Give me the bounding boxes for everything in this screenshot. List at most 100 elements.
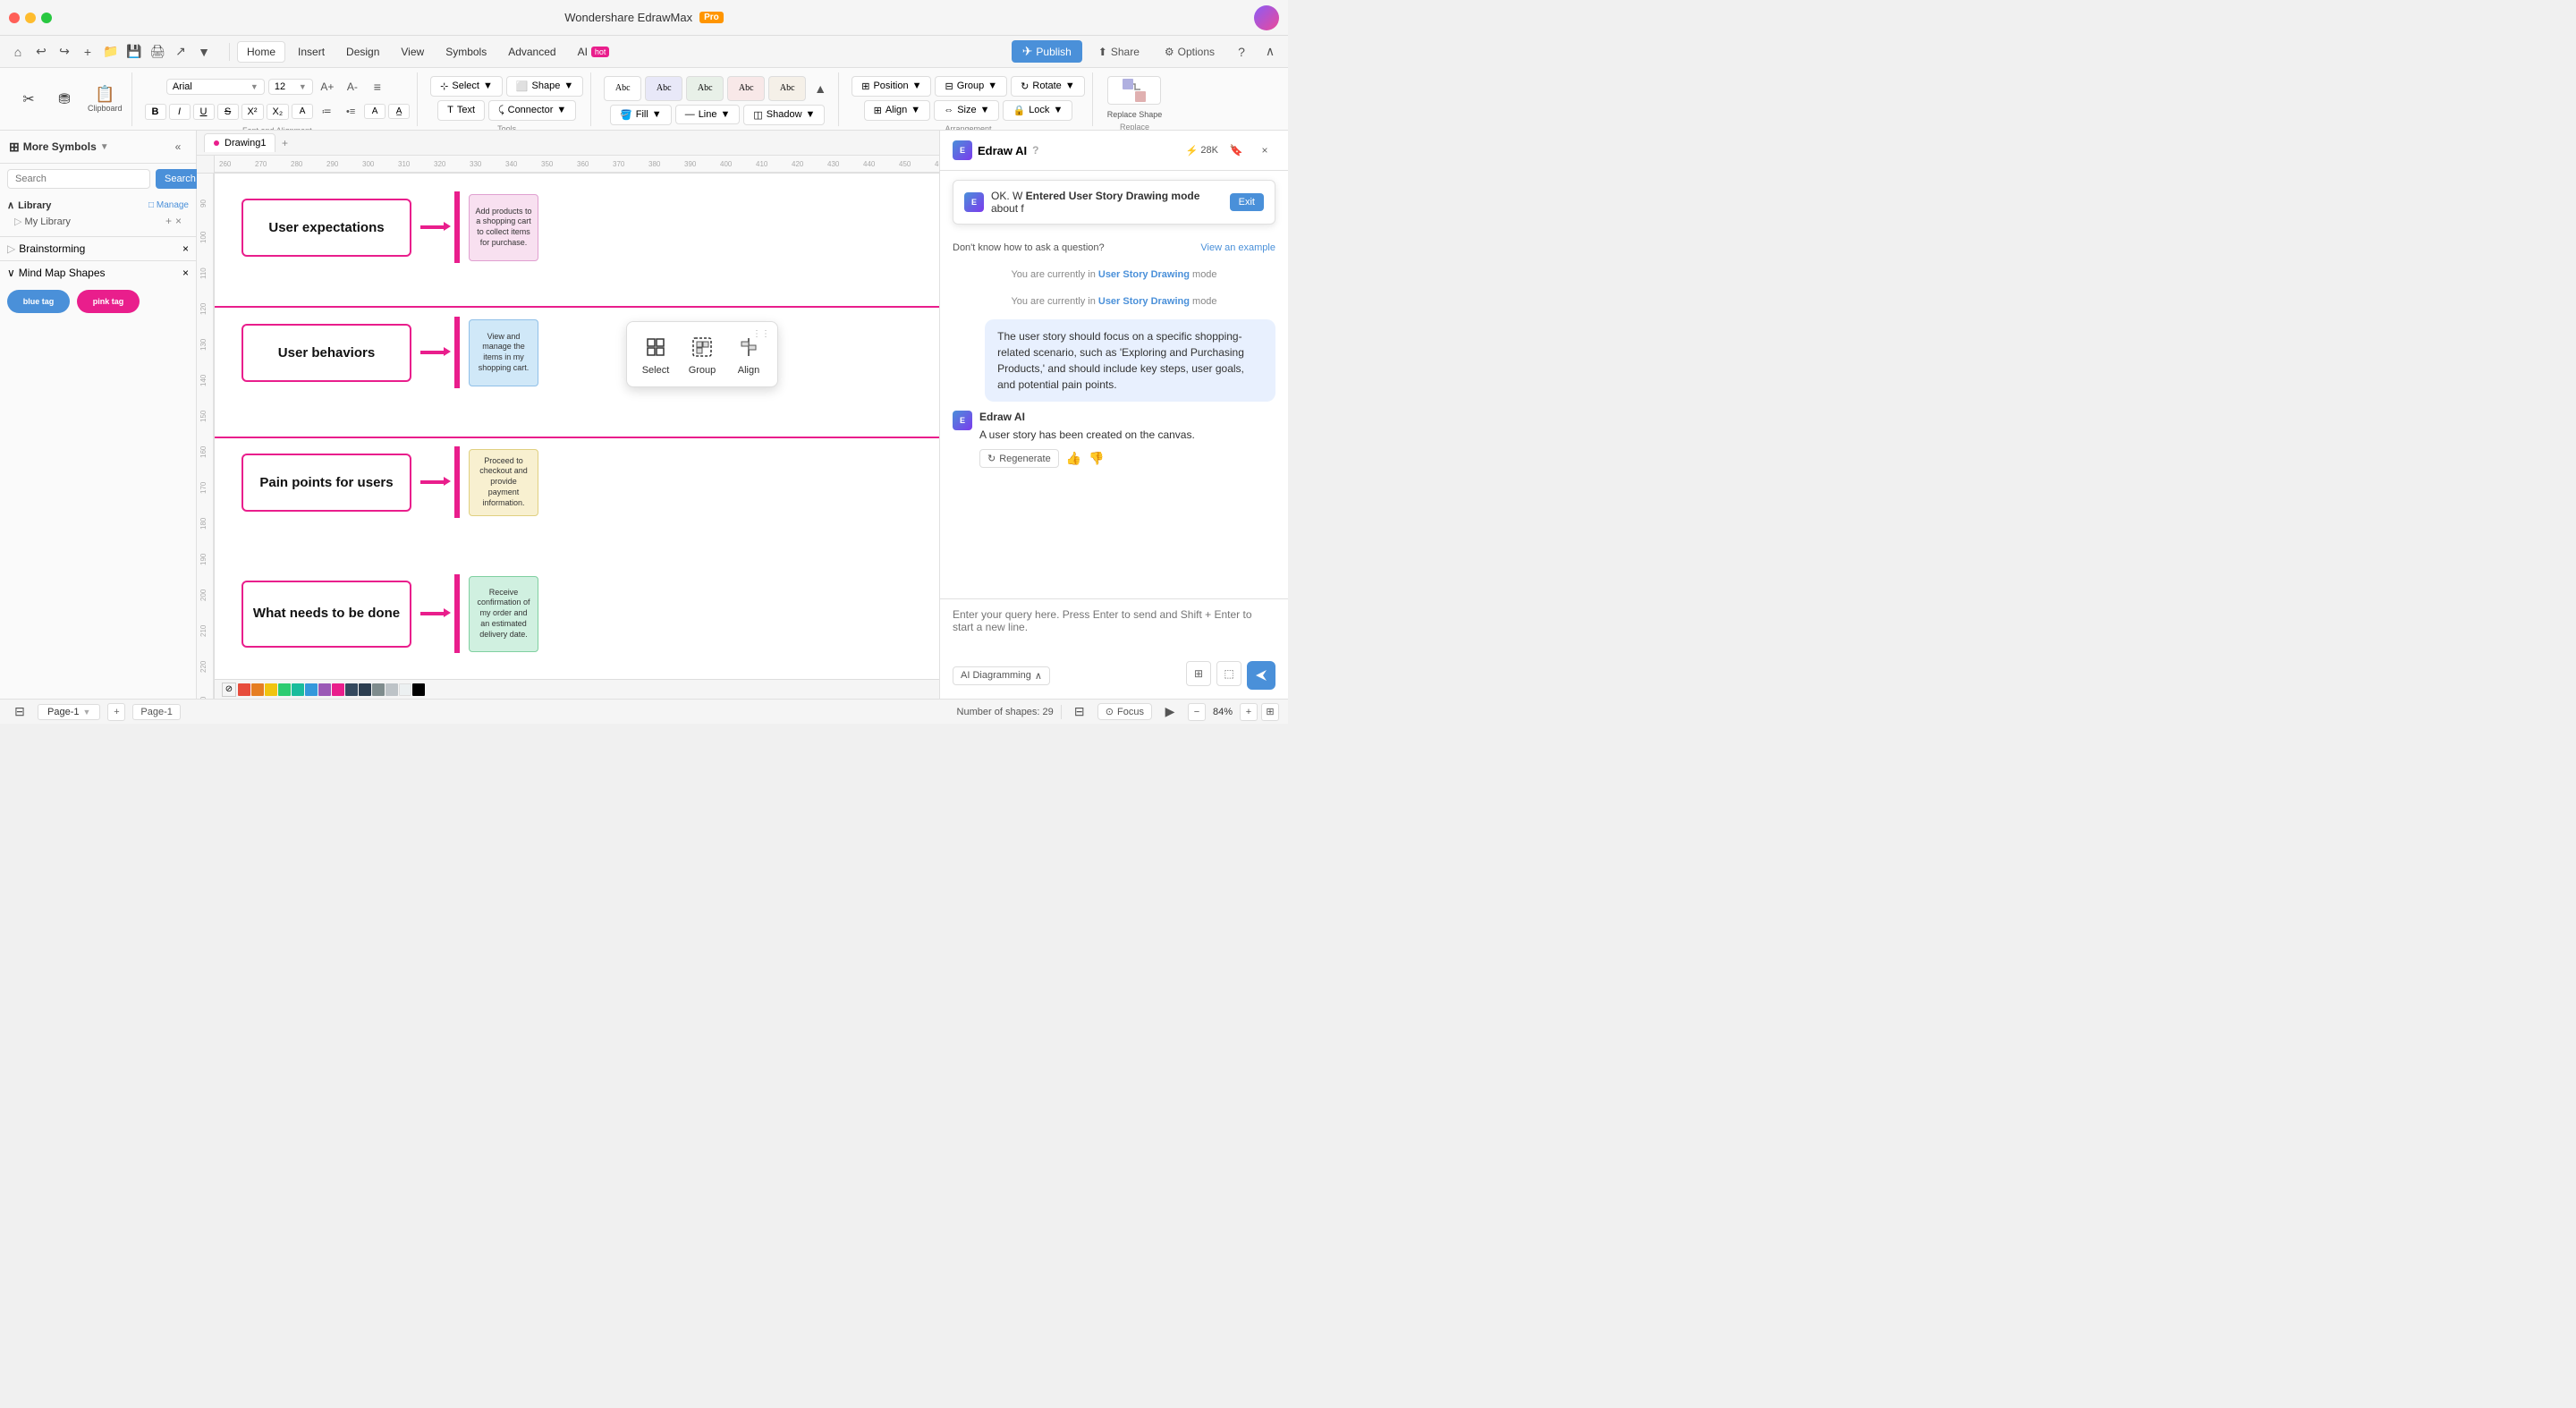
menu-symbols[interactable]: Symbols [436,42,496,62]
cut-button[interactable]: ✂ [13,87,45,112]
focus-button[interactable]: ⊙ Focus [1097,703,1152,720]
card-behaviors-1[interactable]: View and manage the items in my shopping… [469,319,538,386]
color-orange[interactable] [251,683,264,696]
publish-button[interactable]: ✈ Publish [1012,40,1082,63]
open-icon[interactable]: 📁 [100,41,122,63]
font-increase-icon[interactable]: A+ [317,76,338,98]
add-page-button[interactable]: + [107,703,125,721]
eraser-icon[interactable]: ⊘ [222,683,236,697]
line-button[interactable]: — Line ▼ [675,105,741,124]
font-size-select[interactable]: 12 ▼ [268,79,313,95]
search-input[interactable] [7,169,150,189]
popup-group[interactable]: Group [688,333,716,376]
redo-icon[interactable]: ↪ [54,41,75,63]
card-pain-1[interactable]: Proceed to checkout and provide payment … [469,449,538,516]
format-button[interactable]: ⊞ [1186,661,1211,686]
style-item-4[interactable]: Abc [727,76,765,101]
size-button[interactable]: ⇔ Size ▼ [934,100,999,121]
history-icon[interactable]: × [1254,140,1275,161]
new-icon[interactable]: + [77,41,98,63]
export-icon[interactable]: ↗ [170,41,191,63]
more-icon[interactable]: ▼ [193,41,215,63]
ai-mode-selector[interactable]: AI Diagramming ∧ [953,666,1050,685]
card-expectations-1[interactable]: Add products to a shopping cart to colle… [469,194,538,261]
label-user-behaviors[interactable]: User behaviors [242,324,411,382]
help-icon[interactable]: ? [1231,41,1252,63]
pages-icon[interactable]: ⊟ [9,701,30,723]
save-icon[interactable]: 💾 [123,41,145,63]
label-pain-points[interactable]: Pain points for users [242,454,411,512]
minimize-button[interactable] [25,13,36,23]
send-button[interactable] [1247,661,1275,690]
print-icon[interactable]: 🖨 [147,41,168,63]
label-what-needed[interactable]: What needs to be done [242,581,411,648]
color-navy[interactable] [359,683,371,696]
list-icon[interactable]: ≔ [316,101,337,123]
menu-advanced[interactable]: Advanced [499,42,564,62]
menu-design[interactable]: Design [337,42,388,62]
italic-button[interactable]: I [169,104,191,120]
mind-map-close-icon[interactable]: × [182,267,189,279]
regenerate-button[interactable]: ↻ Regenerate [979,449,1059,468]
current-page-tab[interactable]: Page-1 [132,704,180,720]
color-darkblue[interactable] [345,683,358,696]
bullet-icon[interactable]: •≡ [340,101,361,123]
rotate-button[interactable]: ↻ Rotate ▼ [1011,76,1085,97]
font-color-btn[interactable]: A [292,104,313,119]
replace-shape-icon[interactable] [1107,76,1161,105]
maximize-button[interactable] [41,13,52,23]
highlight-btn[interactable]: A [364,104,386,119]
thumbs-up-button[interactable]: 👍 [1066,451,1081,466]
text-tool-button[interactable]: T Text [437,100,485,121]
my-library-add-icon[interactable]: + [165,215,172,227]
options-button[interactable]: ⚙ Options [1156,42,1224,62]
layers-icon[interactable]: ⊟ [1069,701,1090,723]
fill-button[interactable]: 🪣 Fill ▼ [610,105,672,125]
style-item-2[interactable]: Abc [645,76,682,101]
mind-map-header[interactable]: ∨ Mind Map Shapes × [7,267,189,279]
bold-button[interactable]: B [145,104,166,120]
align-button[interactable]: ⊞ Align ▼ [864,100,931,121]
thumbs-down-button[interactable]: 👎 [1089,451,1104,466]
expand-button[interactable]: ⬚ [1216,661,1241,686]
color-yellow[interactable] [265,683,277,696]
font-decrease-icon[interactable]: A- [342,76,363,98]
exit-button[interactable]: Exit [1230,193,1264,211]
play-icon[interactable]: ▶ [1159,701,1181,723]
page-tab[interactable]: Page-1 ▼ [38,704,100,720]
collapse-icon[interactable]: ∧ [1259,41,1281,63]
my-library-close-icon[interactable]: × [175,215,182,227]
label-user-expectations[interactable]: User expectations [242,199,411,257]
superscript-button[interactable]: X² [242,104,264,120]
drawing-tab[interactable]: Drawing1 [204,133,275,152]
manage-link[interactable]: □ Manage [148,200,189,210]
close-button[interactable] [9,13,20,23]
collapse-sidebar-icon[interactable]: « [169,138,187,156]
drag-handle[interactable]: ⋮⋮ [752,329,770,339]
color-red[interactable] [238,683,250,696]
brainstorming-section[interactable]: ▷ Brainstorming × [0,237,196,261]
color-black[interactable] [412,683,425,696]
style-item-3[interactable]: Abc [686,76,724,101]
share-button[interactable]: ⬆ Share [1089,42,1148,62]
popup-select[interactable]: Select [641,333,670,376]
styles-more-icon[interactable]: ▲ [809,78,831,99]
position-button[interactable]: ⊞ Position ▼ [852,76,931,97]
select-tool-button[interactable]: ⊹ Select ▼ [430,76,503,97]
shape-preview-blue[interactable]: blue tag [7,290,70,313]
color-lightgray[interactable] [386,683,398,696]
subscript-button[interactable]: X₂ [267,104,290,120]
user-avatar[interactable] [1254,5,1279,30]
font-fill-btn[interactable]: A̲ [388,104,410,119]
color-pink[interactable] [332,683,344,696]
brainstorming-close-icon[interactable]: × [182,242,189,255]
bookmark-icon[interactable]: 🔖 [1225,140,1247,161]
canvas-content[interactable]: User expectations Add products to a shop… [215,174,939,699]
shape-tool-button[interactable]: ⬜ Shape ▼ [506,76,583,97]
library-header[interactable]: ∧ Library □ Manage [7,199,189,211]
help-icon[interactable]: ? [1032,144,1038,157]
menu-view[interactable]: View [392,42,433,62]
lock-button[interactable]: 🔒 Lock ▼ [1003,100,1072,121]
style-item-1[interactable]: Abc [604,76,641,101]
connector-tool-button[interactable]: ⤹ Connector ▼ [488,100,576,121]
